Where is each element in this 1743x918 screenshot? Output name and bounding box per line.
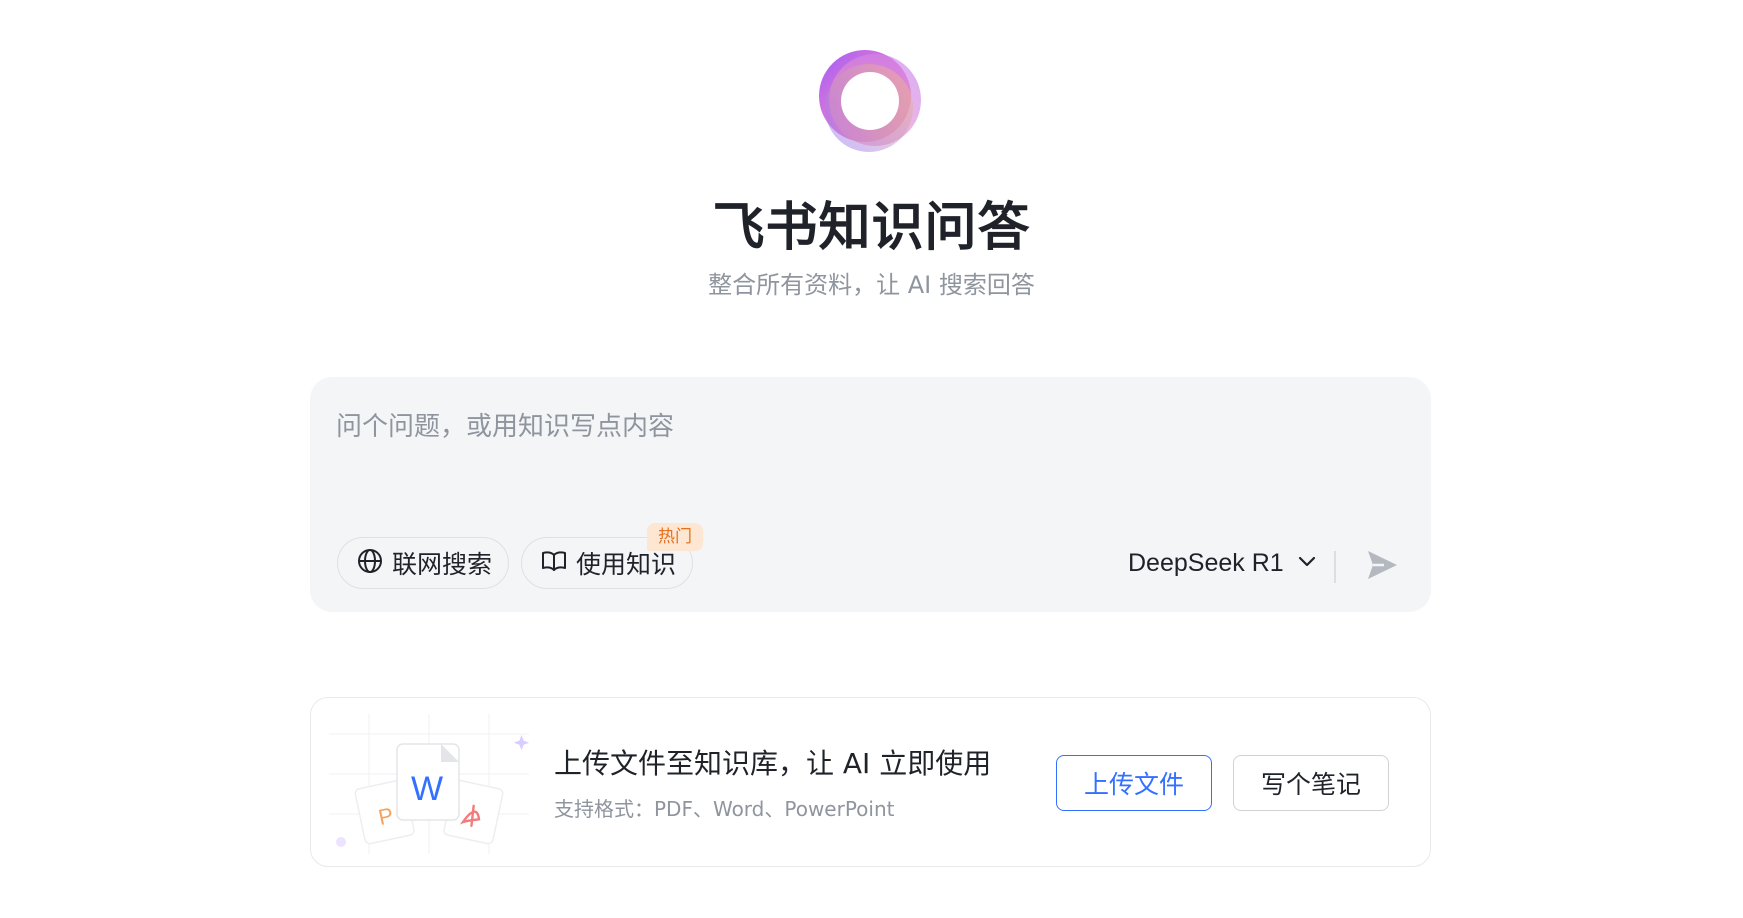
- toolbar-divider: [1334, 551, 1336, 583]
- gradient-ring-logo-icon: [819, 50, 921, 152]
- upload-card: P W 上传文件至知识库，让 AI 立即使用 支持格式：PDF、Word、Pow…: [310, 697, 1431, 867]
- web-search-toggle[interactable]: 联网搜索: [337, 537, 509, 589]
- app-logo: [807, 38, 933, 164]
- book-icon: [540, 547, 568, 579]
- send-button[interactable]: [1360, 545, 1404, 589]
- model-selector[interactable]: DeepSeek R1: [1128, 543, 1318, 583]
- send-icon: [1364, 547, 1400, 587]
- chevron-down-icon: [1296, 550, 1318, 576]
- ask-box: 联网搜索 使用知识 热门 DeepSeek R1: [310, 377, 1431, 612]
- web-search-label: 联网搜索: [392, 550, 493, 579]
- page-subtitle: 整合所有资料，让 AI 搜索回答: [708, 271, 1035, 299]
- question-input[interactable]: [336, 407, 1396, 447]
- upload-card-title: 上传文件至知识库，让 AI 立即使用: [554, 747, 992, 780]
- upload-file-button[interactable]: 上传文件: [1056, 755, 1212, 811]
- word-glyph: W: [411, 770, 443, 808]
- globe-icon: [356, 547, 384, 579]
- model-label: DeepSeek R1: [1128, 548, 1284, 577]
- supported-formats-text: 支持格式：PDF、Word、PowerPoint: [554, 797, 895, 821]
- page-title: 飞书知识问答: [712, 198, 1031, 258]
- write-note-button[interactable]: 写个笔记: [1233, 755, 1389, 811]
- hot-badge: 热门: [647, 523, 703, 551]
- file-types-illustration: P W: [329, 714, 530, 854]
